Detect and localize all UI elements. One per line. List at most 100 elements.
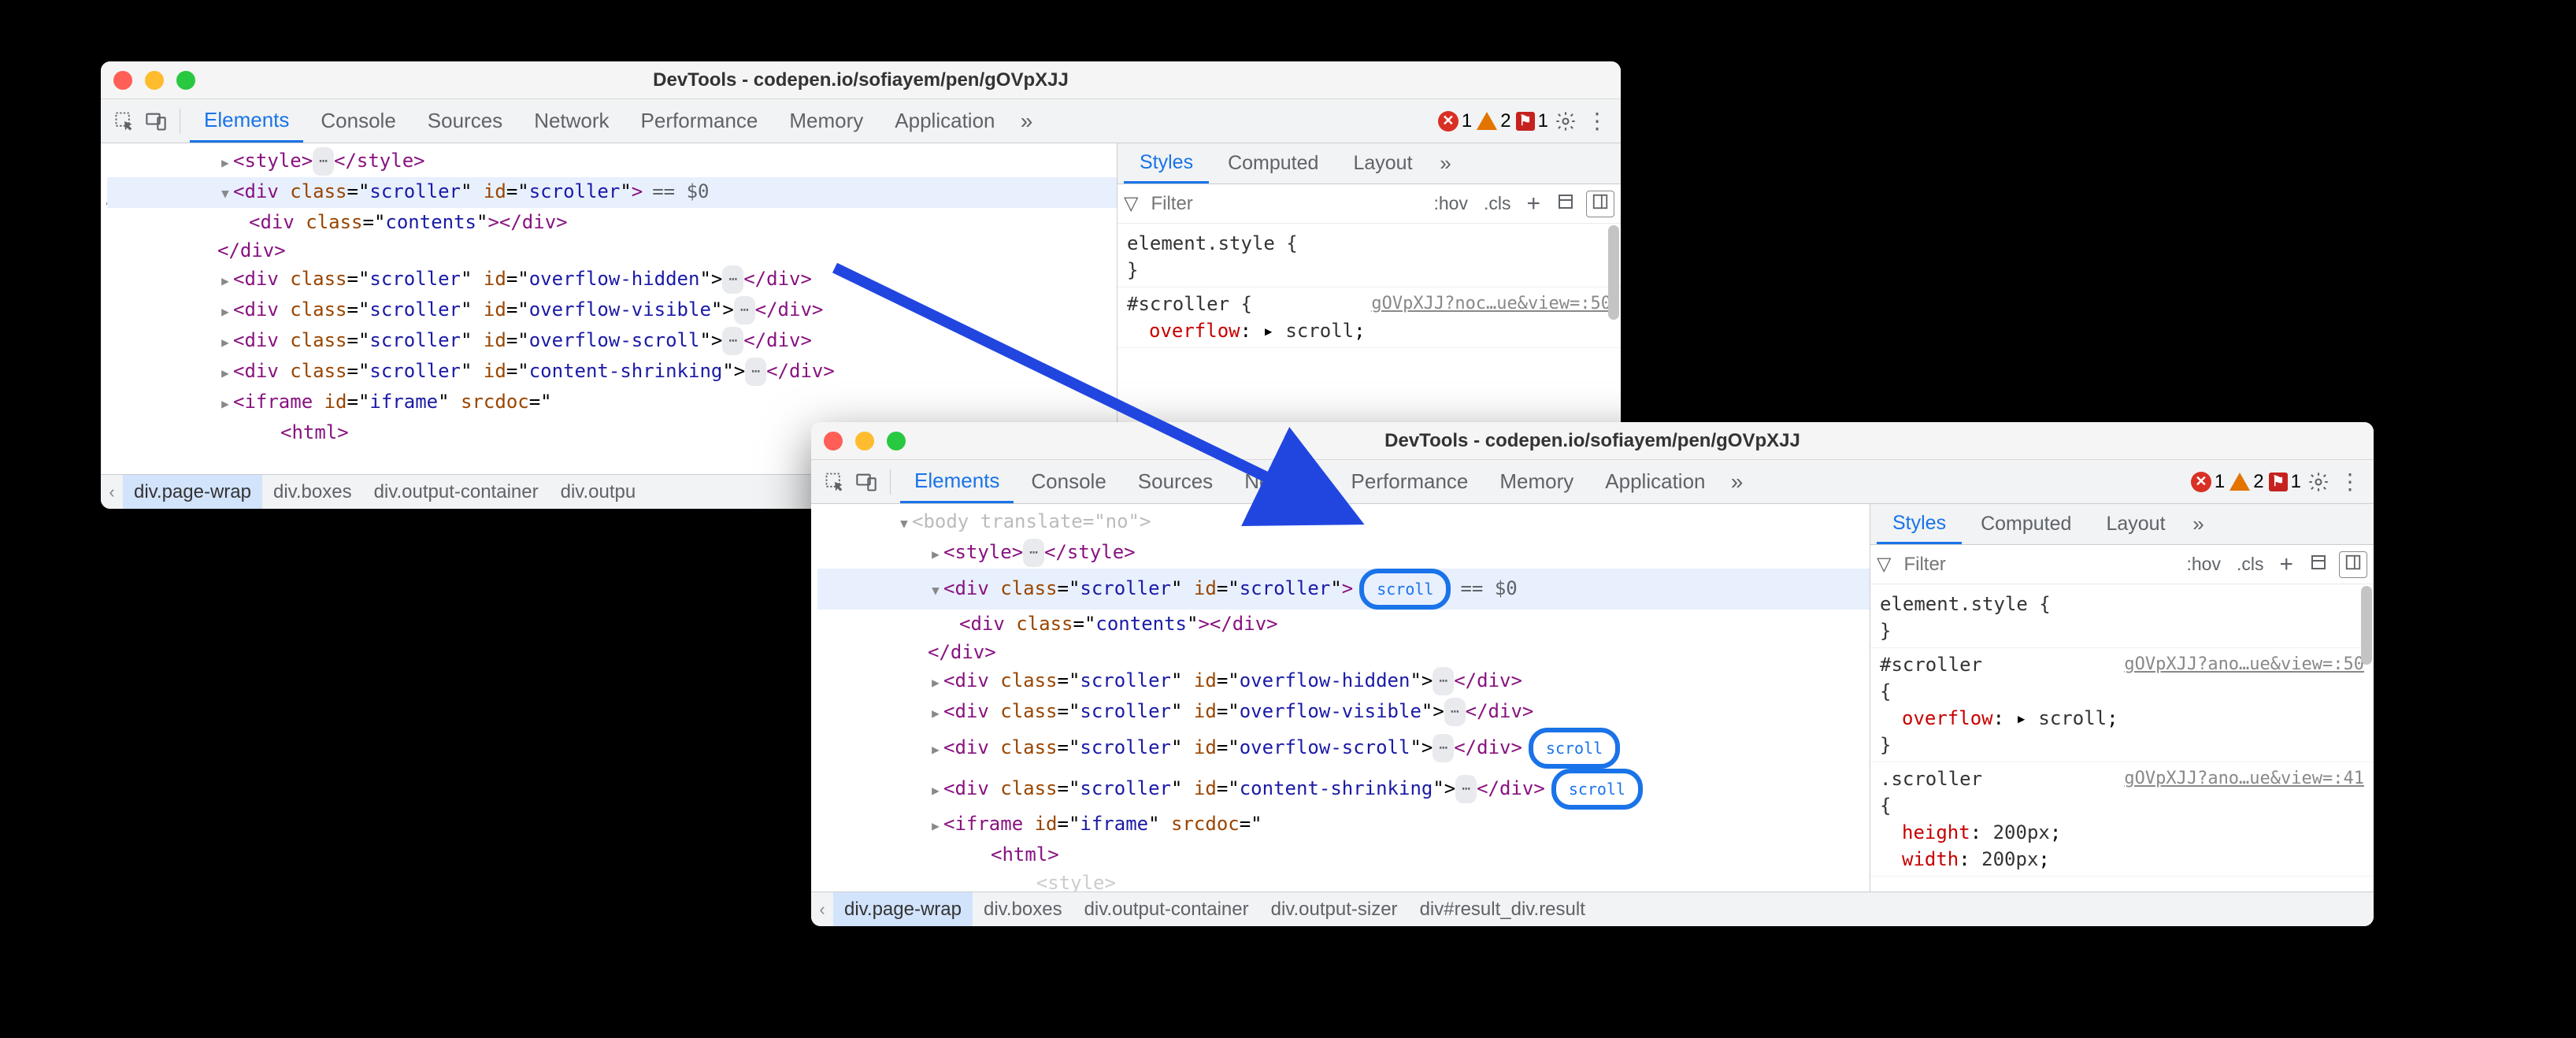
scrollbar-vertical[interactable] bbox=[1608, 225, 1619, 320]
tree-row[interactable]: <style>⋯</style> bbox=[817, 538, 1870, 569]
tab-memory[interactable]: Memory bbox=[775, 99, 877, 143]
errors-chip[interactable]: ✕1 bbox=[2191, 471, 2225, 493]
inspect-icon[interactable] bbox=[110, 107, 139, 135]
style-rule[interactable]: #scroller {gOVpXJJ?noc…ue&view=:50 overf… bbox=[1118, 287, 1621, 348]
style-rule[interactable]: element.style { } bbox=[1118, 227, 1621, 287]
device-toggle-icon[interactable] bbox=[142, 107, 170, 135]
ellipsis-icon[interactable]: ⋯ bbox=[1455, 775, 1477, 803]
ellipsis-icon[interactable]: ⋯ bbox=[1433, 734, 1454, 762]
style-rule[interactable]: element.style { } bbox=[1870, 588, 2374, 648]
tab-console[interactable]: Console bbox=[1017, 460, 1120, 503]
caret-icon[interactable] bbox=[217, 295, 233, 326]
tree-row[interactable]: <div class="scroller" id="overflow-hidde… bbox=[817, 666, 1870, 697]
ellipsis-icon[interactable]: ⋯ bbox=[745, 358, 766, 386]
sub-tab-layout[interactable]: Layout bbox=[1337, 143, 1428, 184]
styles-body[interactable]: element.style { } #scrollergOVpXJJ?ano…u… bbox=[1870, 584, 2374, 892]
sub-tab-styles[interactable]: Styles bbox=[1877, 504, 1962, 544]
settings-icon[interactable] bbox=[2304, 468, 2333, 496]
crumb[interactable]: div.output-sizer bbox=[1260, 892, 1409, 926]
ellipsis-icon[interactable]: ⋯ bbox=[722, 327, 743, 355]
minimize-window-button[interactable] bbox=[145, 71, 164, 90]
caret-icon[interactable] bbox=[217, 387, 233, 418]
scrollbar-vertical[interactable] bbox=[2361, 586, 2372, 665]
tree-row[interactable]: <div class="contents"></div> bbox=[107, 208, 1117, 236]
tab-application[interactable]: Application bbox=[1591, 460, 1719, 503]
tree-row[interactable]: <div class="scroller" id="overflow-hidde… bbox=[107, 265, 1117, 295]
new-style-button[interactable]: + bbox=[1522, 189, 1545, 219]
kebab-menu-icon[interactable]: ⋮ bbox=[2336, 468, 2364, 496]
elements-tree[interactable]: <body translate="no"> <style>⋯</style> <… bbox=[811, 504, 1870, 892]
warnings-chip[interactable]: 2 bbox=[1477, 110, 1510, 132]
ellipsis-icon[interactable]: ⋯ bbox=[1433, 667, 1454, 695]
tab-network[interactable]: Network bbox=[520, 99, 623, 143]
breadcrumb-prev-icon[interactable]: ‹ bbox=[101, 482, 123, 502]
ellipsis-icon[interactable]: ⋯ bbox=[734, 296, 755, 324]
caret-icon[interactable] bbox=[928, 733, 943, 764]
kebab-menu-icon[interactable]: ⋮ bbox=[1583, 107, 1611, 135]
warnings-chip[interactable]: 2 bbox=[2229, 471, 2263, 493]
tab-elements[interactable]: Elements bbox=[900, 460, 1014, 503]
tree-row-selected[interactable]: <div class="scroller" id="scroller">scro… bbox=[817, 569, 1870, 610]
ellipsis-icon[interactable]: ⋯ bbox=[722, 265, 743, 294]
ellipsis-icon[interactable]: ⋯ bbox=[1023, 539, 1044, 567]
crumb[interactable]: div.output-container bbox=[1073, 892, 1260, 926]
inspect-icon[interactable] bbox=[821, 468, 849, 496]
caret-icon[interactable] bbox=[928, 538, 943, 569]
source-link[interactable]: gOVpXJJ?ano…ue&view=:41 bbox=[2124, 766, 2364, 792]
settings-icon[interactable] bbox=[1551, 107, 1580, 135]
scroll-badge[interactable]: scroll bbox=[1551, 769, 1643, 810]
ellipsis-icon[interactable]: ⋯ bbox=[1444, 698, 1466, 726]
style-rule[interactable]: .scrollergOVpXJJ?ano…ue&view=:41 { heigh… bbox=[1870, 762, 2374, 877]
close-window-button[interactable] bbox=[824, 432, 843, 450]
tree-row[interactable]: <body translate="no"> bbox=[817, 507, 1870, 538]
scroll-badge[interactable]: scroll bbox=[1359, 569, 1451, 610]
tree-row[interactable]: <style>⋯</style> bbox=[107, 146, 1117, 177]
titlebar[interactable]: DevTools - codepen.io/sofiayem/pen/gOVpX… bbox=[101, 61, 1621, 99]
sub-tab-styles[interactable]: Styles bbox=[1124, 143, 1209, 184]
close-window-button[interactable] bbox=[113, 71, 132, 90]
tab-application[interactable]: Application bbox=[880, 99, 1009, 143]
device-toggle-icon[interactable] bbox=[852, 468, 880, 496]
source-link[interactable]: gOVpXJJ?noc…ue&view=:50 bbox=[1371, 291, 1611, 317]
caret-icon[interactable] bbox=[928, 666, 943, 697]
cls-toggle[interactable]: .cls bbox=[1479, 191, 1516, 216]
toggle-sidebar-icon[interactable] bbox=[1586, 191, 1614, 217]
filter-input[interactable] bbox=[1144, 190, 1422, 218]
ellipsis-icon[interactable]: ⋯ bbox=[313, 147, 334, 176]
hov-toggle[interactable]: :hov bbox=[2181, 552, 2225, 576]
caret-icon[interactable] bbox=[217, 265, 233, 295]
crumb[interactable]: div.page-wrap bbox=[123, 475, 262, 509]
tab-elements[interactable]: Elements bbox=[190, 99, 303, 143]
tree-row[interactable]: <div class="scroller" id="overflow-visib… bbox=[107, 295, 1117, 326]
errors-chip[interactable]: ✕1 bbox=[1438, 110, 1472, 132]
breadcrumb-prev-icon[interactable]: ‹ bbox=[811, 899, 833, 920]
tree-row-selected[interactable]: <div class="scroller" id="scroller">== $… bbox=[107, 177, 1117, 208]
tree-row[interactable]: <iframe id="iframe" srcdoc=" bbox=[817, 810, 1870, 840]
tab-sources[interactable]: Sources bbox=[1124, 460, 1227, 503]
style-rule[interactable]: #scrollergOVpXJJ?ano…ue&view=:50 { overf… bbox=[1870, 648, 2374, 762]
tree-row[interactable]: <div class="scroller" id="overflow-visib… bbox=[817, 697, 1870, 728]
sub-tab-layout[interactable]: Layout bbox=[2090, 504, 2181, 544]
tree-row[interactable]: <style> bbox=[817, 869, 1870, 892]
issues-chip[interactable]: ⚑1 bbox=[1516, 110, 1548, 132]
computed-styles-icon[interactable] bbox=[1551, 191, 1580, 217]
more-sub-tabs-icon[interactable]: » bbox=[1432, 150, 1460, 178]
caret-icon[interactable] bbox=[928, 697, 943, 728]
crumb[interactable]: div.boxes bbox=[973, 892, 1073, 926]
caret-icon[interactable] bbox=[217, 326, 233, 357]
hov-toggle[interactable]: :hov bbox=[1429, 191, 1472, 216]
tree-row[interactable]: <div class="scroller" id="overflow-scrol… bbox=[107, 326, 1117, 357]
minimize-window-button[interactable] bbox=[855, 432, 874, 450]
crumb[interactable]: div.page-wrap bbox=[833, 892, 973, 926]
computed-styles-icon[interactable] bbox=[2304, 551, 2333, 578]
tree-row[interactable]: <div class="scroller" id="content-shrink… bbox=[817, 769, 1870, 810]
more-tabs-icon[interactable]: » bbox=[1723, 468, 1751, 496]
source-link[interactable]: gOVpXJJ?ano…ue&view=:50 bbox=[2124, 651, 2364, 678]
tree-row[interactable]: <div class="scroller" id="overflow-scrol… bbox=[817, 728, 1870, 769]
tree-row[interactable]: </div> bbox=[817, 638, 1870, 666]
scroll-badge[interactable]: scroll bbox=[1529, 728, 1620, 769]
crumb[interactable]: div.output-container bbox=[363, 475, 550, 509]
cls-toggle[interactable]: .cls bbox=[2232, 552, 2269, 576]
sub-tab-computed[interactable]: Computed bbox=[1965, 504, 2087, 544]
more-tabs-icon[interactable]: » bbox=[1013, 107, 1041, 135]
